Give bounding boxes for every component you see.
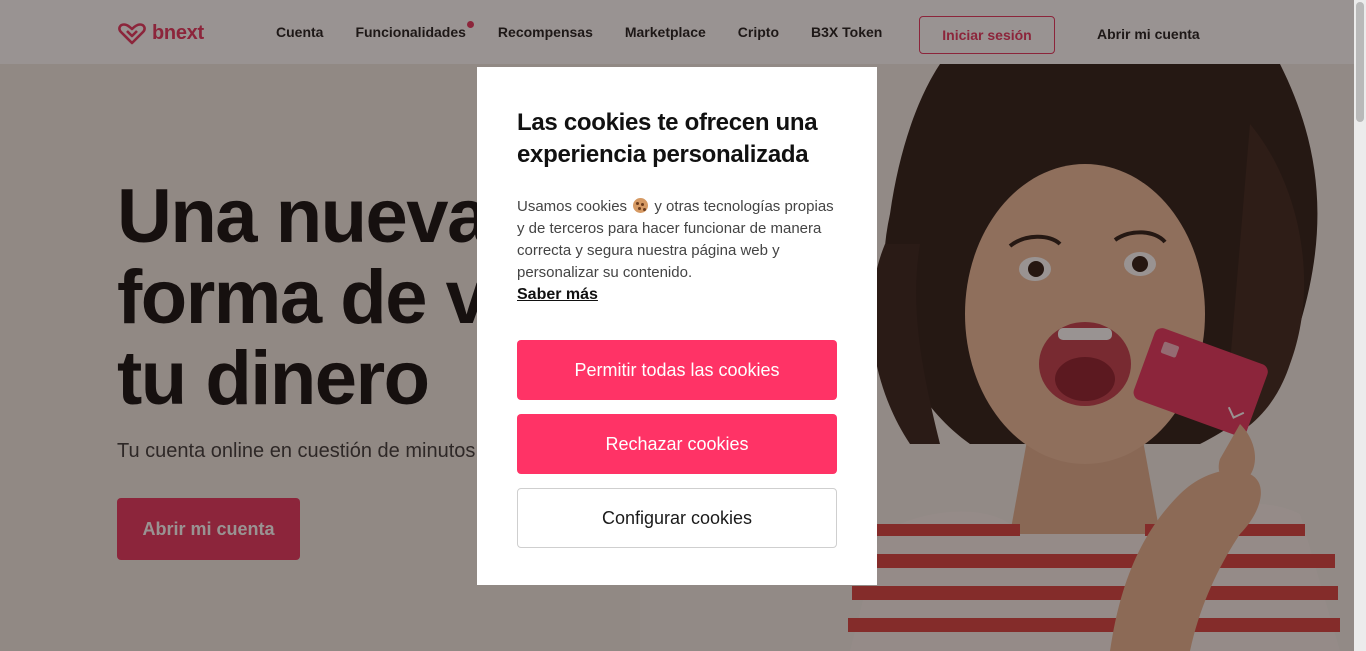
cookie-text-start: Usamos cookies <box>517 198 628 215</box>
reject-cookies-button[interactable]: Rechazar cookies <box>517 414 837 474</box>
cookie-consent-dialog: Las cookies te ofrecen una experiencia p… <box>477 67 877 585</box>
scrollbar-thumb[interactable] <box>1356 2 1364 122</box>
page-scrollbar[interactable] <box>1354 0 1366 651</box>
cookie-dialog-title: Las cookies te ofrecen una experiencia p… <box>517 109 818 168</box>
configure-cookies-button[interactable]: Configurar cookies <box>517 488 837 548</box>
learn-more-link[interactable]: Saber más <box>517 284 598 306</box>
allow-all-cookies-button[interactable]: Permitir todas las cookies <box>517 340 837 400</box>
cookie-dialog-text: Usamos cookies y otras tecnologías propi… <box>517 196 837 306</box>
cookie-emoji-icon <box>633 198 649 213</box>
